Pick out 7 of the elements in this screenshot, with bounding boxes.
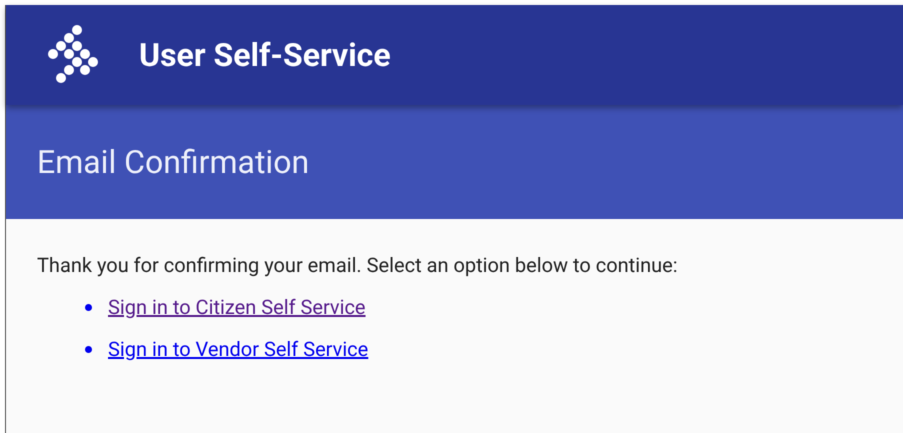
sign-in-link[interactable]: Sign in to Vendor Self Service — [108, 336, 368, 362]
app-title: User Self-Service — [139, 35, 391, 76]
bullet-icon — [85, 346, 92, 352]
bullet-icon — [85, 304, 92, 310]
confirmation-message: Thank you for confirming your email. Select an option below to continue: — [37, 252, 679, 278]
page-title: Email Confirmation — [37, 142, 310, 183]
sign-in-link[interactable]: Sign in to Citizen Self Service — [108, 294, 366, 320]
